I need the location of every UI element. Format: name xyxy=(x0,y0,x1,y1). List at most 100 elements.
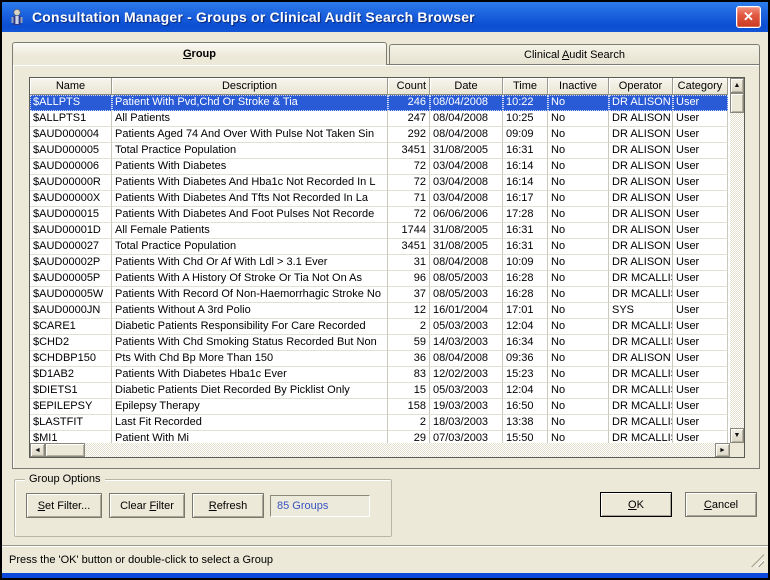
column-header-count[interactable]: Count xyxy=(388,78,430,95)
app-icon xyxy=(8,8,26,26)
table-row[interactable]: $D1AB2Patients With Diabetes Hba1c Ever8… xyxy=(30,367,728,383)
cell-count: 246 xyxy=(388,95,430,111)
cell-count: 72 xyxy=(388,175,430,191)
cell-operator: DR ALISON xyxy=(609,191,673,207)
resize-grip-icon[interactable] xyxy=(751,554,764,567)
cell-date: 08/04/2008 xyxy=(430,95,503,111)
cell-inactive: No xyxy=(548,175,609,191)
column-header-description[interactable]: Description xyxy=(112,78,388,95)
cell-time: 16:28 xyxy=(503,271,548,287)
cell-date: 12/02/2003 xyxy=(430,367,503,383)
cell-count: 72 xyxy=(388,207,430,223)
cell-category: User xyxy=(673,303,728,319)
close-button[interactable]: ✕ xyxy=(736,6,761,28)
column-header-inactive[interactable]: Inactive xyxy=(548,78,609,95)
ok-button[interactable]: OK xyxy=(600,492,672,517)
cell-description: Patient With Mi xyxy=(112,431,388,443)
scroll-left-button[interactable]: ◄ xyxy=(30,443,45,457)
cell-name: $AUD00002P xyxy=(30,255,112,271)
cell-category: User xyxy=(673,383,728,399)
cell-operator: DR MCALLIS xyxy=(609,383,673,399)
vertical-scrollbar-track[interactable] xyxy=(730,93,744,428)
table-row[interactable]: $AUD000015Patients With Diabetes And Foo… xyxy=(30,207,728,223)
cell-description: Patients Aged 74 And Over With Pulse Not… xyxy=(112,127,388,143)
cell-inactive: No xyxy=(548,319,609,335)
cell-category: User xyxy=(673,159,728,175)
cell-date: 03/04/2008 xyxy=(430,191,503,207)
cell-category: User xyxy=(673,399,728,415)
cell-category: User xyxy=(673,223,728,239)
clear-filter-button[interactable]: Clear Filter xyxy=(109,493,185,518)
arrow-up-icon: ▲ xyxy=(734,82,741,89)
cell-date: 05/03/2003 xyxy=(430,383,503,399)
status-bar: Press the 'OK' button or double-click to… xyxy=(2,545,768,573)
table-row[interactable]: $MI1Patient With Mi2907/03/200315:50NoDR… xyxy=(30,431,728,443)
cell-date: 06/06/2006 xyxy=(430,207,503,223)
cell-count: 2 xyxy=(388,319,430,335)
cell-date: 14/03/2003 xyxy=(430,335,503,351)
table-row[interactable]: $DIETS1Diabetic Patients Diet Recorded B… xyxy=(30,383,728,399)
cell-category: User xyxy=(673,319,728,335)
groups-table: NameDescriptionCountDateTimeInactiveOper… xyxy=(29,77,745,458)
table-row[interactable]: $AUD00000XPatients With Diabetes And Tft… xyxy=(30,191,728,207)
cell-operator: DR ALISON xyxy=(609,223,673,239)
cell-description: Epilepsy Therapy xyxy=(112,399,388,415)
column-header-operator[interactable]: Operator xyxy=(609,78,673,95)
table-row[interactable]: $AUD00001DAll Female Patients174431/08/2… xyxy=(30,223,728,239)
set-filter-button[interactable]: Set Filter... xyxy=(26,493,102,518)
table-row[interactable]: $AUD000027Total Practice Population34513… xyxy=(30,239,728,255)
cell-name: $LASTFIT xyxy=(30,415,112,431)
cell-time: 16:31 xyxy=(503,143,548,159)
cell-name: $AUD0000JN xyxy=(30,303,112,319)
refresh-button[interactable]: Refresh xyxy=(192,493,264,518)
tab-clinical-audit-label: Clinical Audit Search xyxy=(524,49,625,61)
table-row[interactable]: $AUD00005PPatients With A History Of Str… xyxy=(30,271,728,287)
cell-count: 158 xyxy=(388,399,430,415)
vertical-scrollbar-thumb[interactable] xyxy=(730,93,744,113)
cell-inactive: No xyxy=(548,239,609,255)
table-row[interactable]: $AUD000006Patients With Diabetes7203/04/… xyxy=(30,159,728,175)
group-options-box: Group Options Set Filter... Clear Filter… xyxy=(14,479,392,537)
cancel-button[interactable]: Cancel xyxy=(685,492,757,517)
table-row[interactable]: $CHDBP150Pts With Chd Bp More Than 15036… xyxy=(30,351,728,367)
scroll-down-button[interactable]: ▼ xyxy=(730,428,744,443)
cell-category: User xyxy=(673,351,728,367)
cell-date: 31/08/2005 xyxy=(430,239,503,255)
table-row[interactable]: $AUD000005Total Practice Population34513… xyxy=(30,143,728,159)
column-header-time[interactable]: Time xyxy=(503,78,548,95)
table-row[interactable]: $AUD00002PPatients With Chd Or Af With L… xyxy=(30,255,728,271)
table-row[interactable]: $ALLPTS1All Patients24708/04/200810:25No… xyxy=(30,111,728,127)
cell-date: 03/04/2008 xyxy=(430,175,503,191)
cell-inactive: No xyxy=(548,95,609,111)
table-row[interactable]: $AUD000004Patients Aged 74 And Over With… xyxy=(30,127,728,143)
cell-name: $ALLPTS1 xyxy=(30,111,112,127)
table-row[interactable]: $LASTFITLast Fit Recorded218/03/200313:3… xyxy=(30,415,728,431)
title-bar[interactable]: Consultation Manager - Groups or Clinica… xyxy=(2,2,768,32)
cell-time: 09:36 xyxy=(503,351,548,367)
scroll-up-button[interactable]: ▲ xyxy=(730,78,744,93)
column-header-category[interactable]: Category xyxy=(673,78,728,95)
table-row[interactable]: $CARE1Diabetic Patients Responsibility F… xyxy=(30,319,728,335)
table-row[interactable]: $EPILEPSYEpilepsy Therapy15819/03/200316… xyxy=(30,399,728,415)
cell-time: 17:28 xyxy=(503,207,548,223)
cell-operator: DR MCALLIS xyxy=(609,335,673,351)
cell-count: 12 xyxy=(388,303,430,319)
column-header-name[interactable]: Name xyxy=(30,78,112,95)
table-row[interactable]: $ALLPTSPatient With Pvd,Chd Or Stroke & … xyxy=(30,95,728,111)
table-row[interactable]: $CHD2Patients With Chd Smoking Status Re… xyxy=(30,335,728,351)
table-row[interactable]: $AUD00000RPatients With Diabetes And Hba… xyxy=(30,175,728,191)
cell-inactive: No xyxy=(548,127,609,143)
tab-group[interactable]: Group xyxy=(12,42,387,65)
cell-count: 292 xyxy=(388,127,430,143)
horizontal-scrollbar-thumb[interactable] xyxy=(45,443,85,457)
column-header-date[interactable]: Date xyxy=(430,78,503,95)
tab-clinical-audit-search[interactable]: Clinical Audit Search xyxy=(389,44,760,65)
cell-category: User xyxy=(673,191,728,207)
cell-name: $AUD00001D xyxy=(30,223,112,239)
cell-description: Patient With Pvd,Chd Or Stroke & Tia xyxy=(112,95,388,111)
table-row[interactable]: $AUD0000JNPatients Without A 3rd Polio12… xyxy=(30,303,728,319)
cell-date: 18/03/2003 xyxy=(430,415,503,431)
table-row[interactable]: $AUD00005WPatients With Record Of Non-Ha… xyxy=(30,287,728,303)
horizontal-scrollbar-track[interactable] xyxy=(45,443,715,457)
scroll-right-button[interactable]: ► xyxy=(715,443,730,457)
